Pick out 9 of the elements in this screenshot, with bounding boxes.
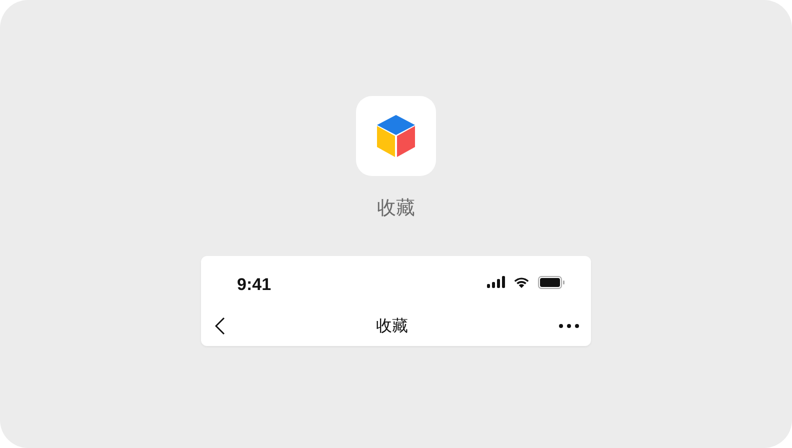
wifi-icon [513,276,530,288]
battery-icon [538,276,565,288]
page-title: 收藏 [376,315,408,337]
more-icon[interactable] [559,324,579,328]
app-label: 收藏 [377,196,415,220]
status-time: 9:41 [237,274,272,296]
back-icon[interactable] [215,317,225,335]
signal-icon [487,276,505,288]
app-icon[interactable] [356,96,436,176]
